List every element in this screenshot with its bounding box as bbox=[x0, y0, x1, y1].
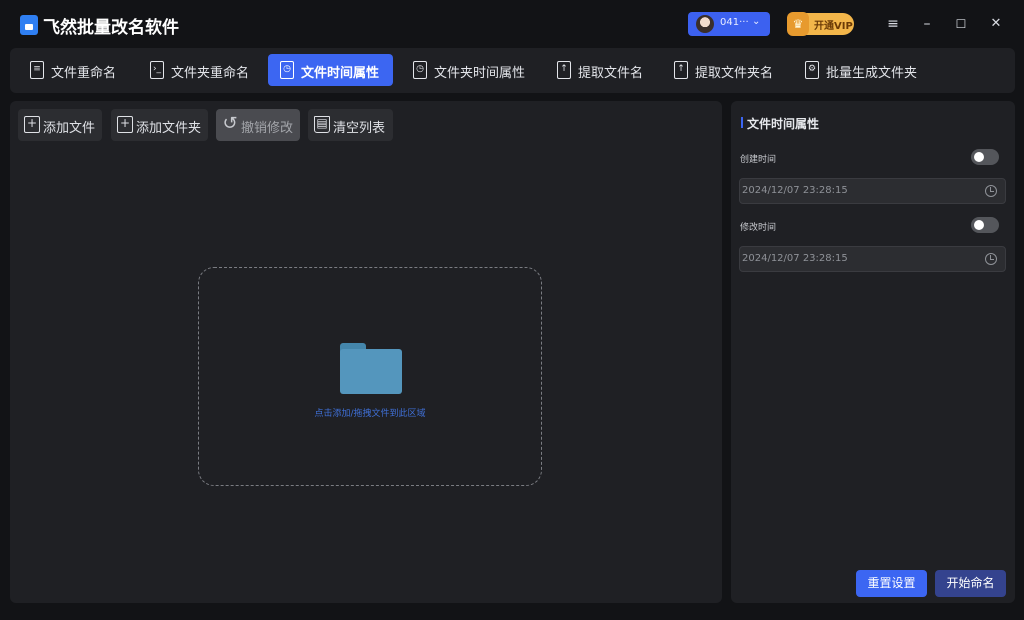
folder-icon-body bbox=[340, 349, 402, 394]
user-name: 041··· bbox=[720, 17, 749, 28]
file-time-icon: ◷ bbox=[280, 61, 294, 79]
function-tab-bar: ≡ 文件重命名 ›_ 文件夹重命名 ◷ 文件时间属性 ◷ 文件夹时间属性 ↑ 提… bbox=[10, 48, 1015, 93]
user-account-button[interactable]: 041··· ⌄ bbox=[688, 12, 770, 36]
file-list-area: + 添加文件 + 添加文件夹 ↺ 撤销修改 ▤ 清空列表 点击添加/拖拽文件到此… bbox=[10, 101, 722, 603]
minimize-icon[interactable]: – bbox=[917, 14, 937, 34]
start-rename-button[interactable]: 开始命名 bbox=[935, 570, 1006, 597]
menu-icon[interactable]: ≡ bbox=[883, 14, 903, 34]
crown-icon: ♛ bbox=[787, 12, 809, 36]
panel-title: 文件时间属性 bbox=[740, 117, 820, 131]
tab-label: 文件夹时间属性 bbox=[434, 66, 526, 81]
tab-label: 提取文件名 bbox=[578, 66, 644, 81]
vip-label: 开通VIP bbox=[814, 21, 853, 32]
modified-time-toggle[interactable] bbox=[971, 217, 999, 233]
folder-rename-icon: ›_ bbox=[150, 61, 164, 79]
tab-batch-folder[interactable]: ⚙ 批量生成文件夹 bbox=[793, 54, 919, 86]
extract-filename-icon: ↑ bbox=[557, 61, 571, 79]
tab-extract-filename[interactable]: ↑ 提取文件名 bbox=[545, 54, 650, 86]
tab-file-time[interactable]: ◷ 文件时间属性 bbox=[268, 54, 393, 86]
clock-icon[interactable] bbox=[985, 185, 997, 197]
button-label: 添加文件 bbox=[43, 121, 96, 136]
avatar bbox=[696, 15, 714, 33]
tab-file-rename[interactable]: ≡ 文件重命名 bbox=[18, 54, 126, 86]
add-folder-icon: + bbox=[117, 116, 133, 133]
time-settings-panel: 文件时间属性 创建时间 2024/12/07 23:28:15 修改时间 202… bbox=[731, 101, 1015, 603]
add-file-icon: + bbox=[24, 116, 40, 133]
open-vip-button[interactable]: ♛ 开通VIP bbox=[787, 12, 854, 36]
tab-label: 文件重命名 bbox=[51, 66, 117, 81]
created-time-input[interactable]: 2024/12/07 23:28:15 bbox=[739, 178, 1006, 204]
file-rename-icon: ≡ bbox=[30, 61, 44, 79]
button-label: 撤销修改 bbox=[241, 121, 294, 136]
batch-folder-icon: ⚙ bbox=[805, 61, 819, 79]
tab-label: 批量生成文件夹 bbox=[826, 66, 918, 81]
undo-button[interactable]: ↺ 撤销修改 bbox=[216, 109, 300, 141]
created-time-toggle[interactable] bbox=[971, 149, 999, 165]
tab-folder-time[interactable]: ◷ 文件夹时间属性 bbox=[401, 54, 533, 86]
add-folder-button[interactable]: + 添加文件夹 bbox=[111, 109, 208, 141]
button-label: 添加文件夹 bbox=[136, 121, 202, 136]
clock-icon[interactable] bbox=[985, 253, 997, 265]
tab-label: 文件时间属性 bbox=[301, 66, 380, 81]
reset-settings-button[interactable]: 重置设置 bbox=[856, 570, 927, 597]
button-label: 清空列表 bbox=[333, 121, 386, 136]
tab-label: 文件夹重命名 bbox=[171, 66, 250, 81]
tab-extract-foldername[interactable]: ↑ 提取文件夹名 bbox=[662, 54, 782, 86]
tab-label: 提取文件夹名 bbox=[695, 66, 774, 81]
created-time-value: 2024/12/07 23:28:15 bbox=[742, 185, 848, 196]
created-time-label: 创建时间 bbox=[740, 155, 777, 165]
folder-time-icon: ◷ bbox=[413, 61, 427, 79]
basket-icon: ▤ bbox=[314, 116, 330, 133]
app-title: 飞然批量改名软件 bbox=[43, 18, 179, 38]
app-logo-icon bbox=[20, 15, 38, 35]
undo-icon: ↺ bbox=[222, 113, 238, 134]
drop-hint: 点击添加/拖拽文件到此区域 bbox=[314, 409, 426, 419]
modified-time-value: 2024/12/07 23:28:15 bbox=[742, 253, 848, 264]
extract-foldername-icon: ↑ bbox=[674, 61, 688, 79]
chevron-down-icon: ⌄ bbox=[752, 16, 761, 27]
add-file-button[interactable]: + 添加文件 bbox=[18, 109, 102, 141]
modified-time-label: 修改时间 bbox=[740, 223, 777, 233]
clear-list-button[interactable]: ▤ 清空列表 bbox=[308, 109, 393, 141]
close-icon[interactable]: ✕ bbox=[986, 14, 1006, 34]
maximize-icon[interactable]: ☐ bbox=[951, 14, 971, 34]
modified-time-input[interactable]: 2024/12/07 23:28:15 bbox=[739, 246, 1006, 272]
drop-zone[interactable]: 点击添加/拖拽文件到此区域 bbox=[198, 267, 542, 486]
tab-folder-rename[interactable]: ›_ 文件夹重命名 bbox=[138, 54, 260, 86]
title-bar: 飞然批量改名软件 041··· ⌄ ♛ 开通VIP ≡ – ☐ ✕ bbox=[0, 0, 1024, 48]
